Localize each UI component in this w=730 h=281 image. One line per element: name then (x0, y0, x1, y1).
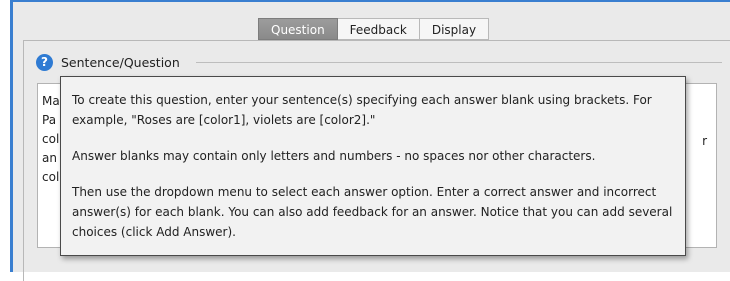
help-tooltip: To create this question, enter your sent… (60, 76, 686, 256)
tab-feedback[interactable]: Feedback (337, 18, 420, 40)
section-title: Sentence/Question (61, 54, 180, 70)
tooltip-paragraph-blanks: Answer blanks may contain only letters a… (72, 149, 596, 163)
tab-display[interactable]: Display (419, 18, 490, 40)
editor-text-fragment: r (702, 134, 707, 148)
editor-text-line: col (42, 170, 60, 184)
tab-bar: Question Feedback Display (258, 18, 490, 40)
editor-text-line: Pa (42, 113, 57, 127)
section-header: ? Sentence/Question (36, 52, 180, 72)
help-question-icon[interactable]: ? (36, 53, 53, 71)
editor-text-line: Ma (42, 94, 60, 108)
editor-text-line: col (42, 132, 60, 146)
tooltip-paragraph-dropdown: Then use the dropdown menu to select eac… (72, 185, 673, 239)
editor-text-line: an (42, 151, 57, 165)
tab-question[interactable]: Question (258, 18, 338, 40)
section-divider (196, 62, 722, 63)
tooltip-paragraph-brackets: To create this question, enter your sent… (72, 93, 652, 127)
